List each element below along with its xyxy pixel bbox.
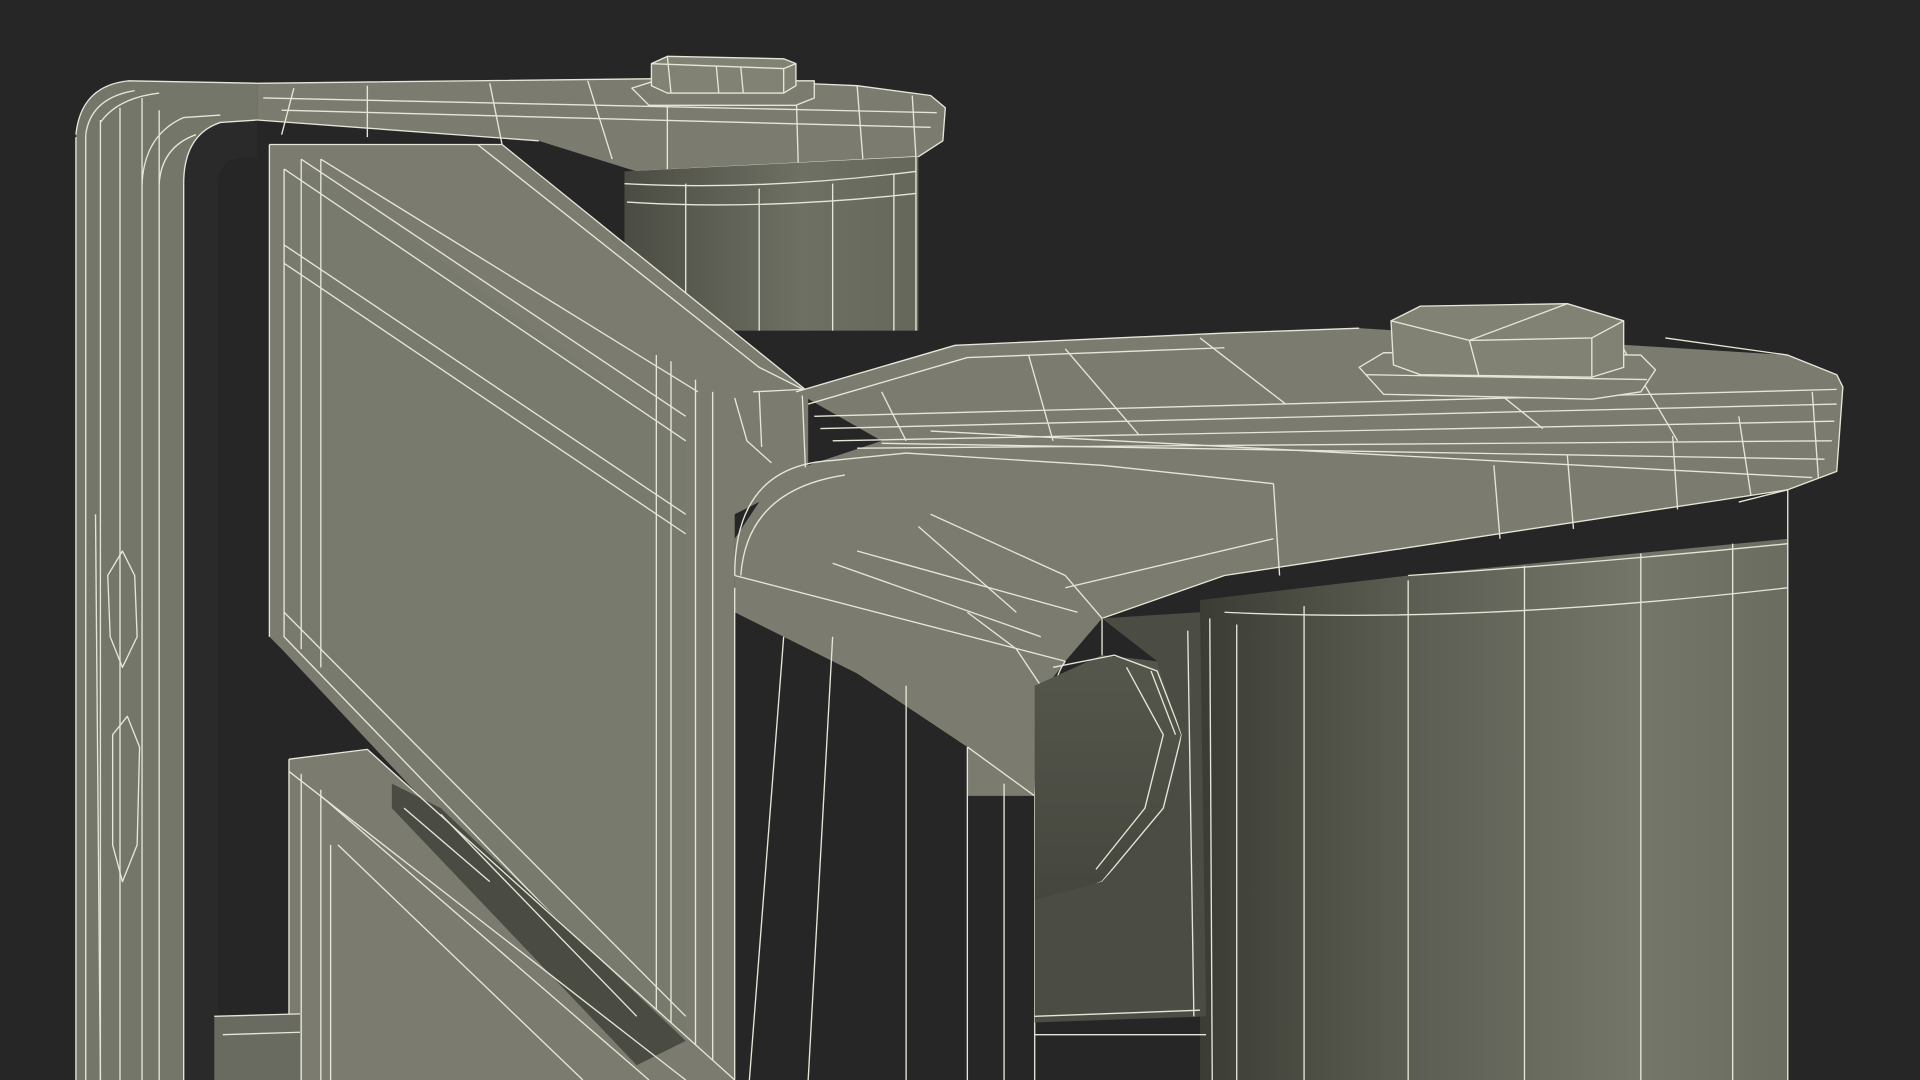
- side-nut: [1034, 612, 1213, 1080]
- wireframe-model: [75, 55, 1844, 1080]
- rear-bolt: [631, 55, 815, 106]
- left-bracket-arm: [75, 80, 258, 1080]
- front-bolt: [1358, 303, 1657, 400]
- front-cylinder: [1200, 489, 1789, 1080]
- render-viewport: [0, 0, 1920, 1080]
